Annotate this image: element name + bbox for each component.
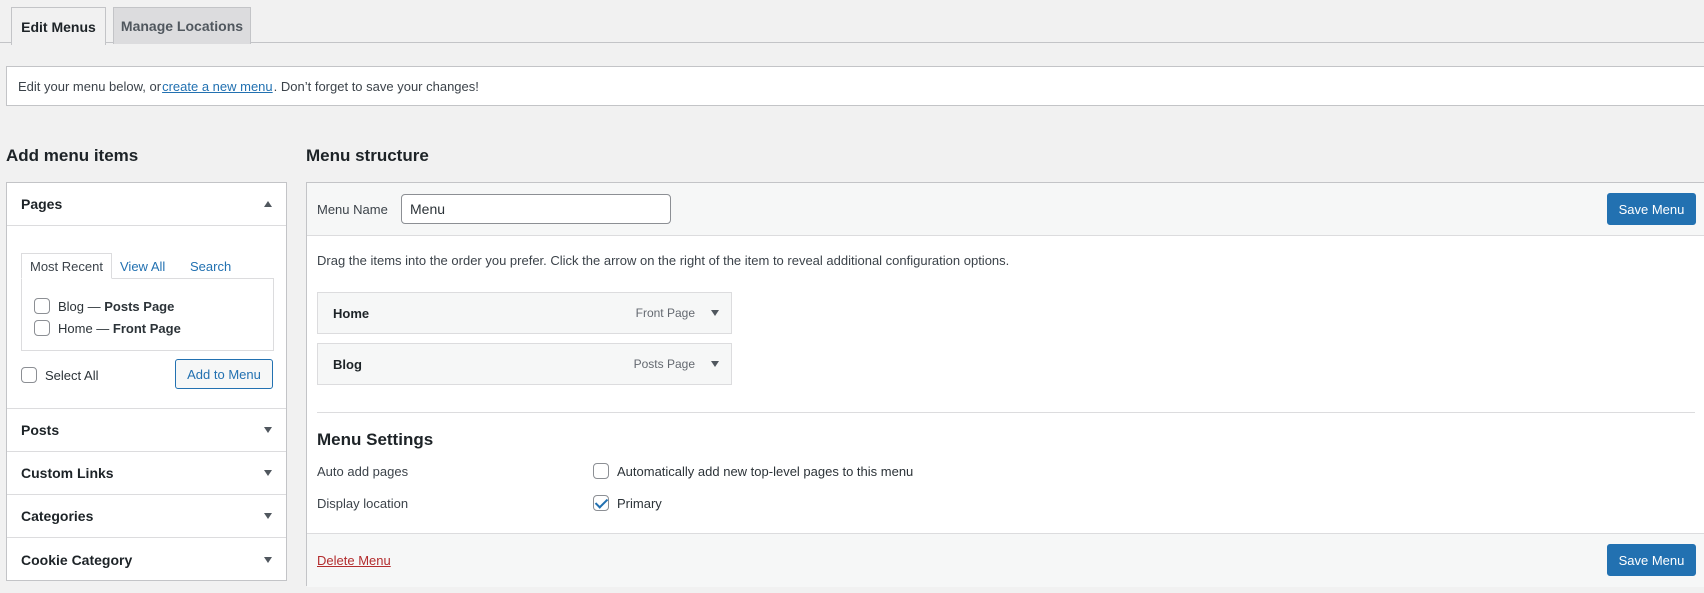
- chevron-up-icon: [264, 201, 272, 207]
- select-all-checkbox[interactable]: [21, 367, 37, 383]
- page-dash: —: [84, 298, 105, 314]
- select-all-label: Select All: [45, 367, 99, 383]
- menu-item-type: Front Page: [635, 306, 695, 320]
- auto-add-pages-control: Automatically add new top-level pages to…: [593, 463, 913, 479]
- add-menu-items-heading: Add menu items: [6, 146, 139, 165]
- pages-list: Blog — Posts Page Home — Front Page: [21, 278, 274, 351]
- menu-name-label: Menu Name: [317, 202, 388, 217]
- auto-add-pages-text: Automatically add new top-level pages to…: [617, 463, 914, 479]
- page-checkbox-home[interactable]: [34, 320, 50, 336]
- info-notice: Edit your menu below, or create a new me…: [6, 66, 1704, 106]
- nav-tabs: Edit Menus Manage Locations: [0, 0, 1704, 45]
- chevron-down-icon: [264, 427, 272, 433]
- chevron-down-icon: [264, 513, 272, 519]
- page-checkbox-blog[interactable]: [34, 298, 50, 314]
- menu-item-title: Home: [333, 305, 370, 321]
- posts-section-header[interactable]: Posts: [7, 409, 286, 452]
- auto-add-pages-label: Auto add pages: [317, 464, 409, 479]
- expand-arrow-icon[interactable]: [711, 310, 719, 316]
- page-type: Posts Page: [104, 298, 175, 314]
- menu-item-title: Blog: [333, 356, 362, 372]
- tab-most-recent[interactable]: Most Recent: [21, 253, 112, 279]
- menu-structure-heading: Menu structure: [306, 146, 429, 165]
- menu-item-type: Posts Page: [633, 357, 695, 371]
- display-location-control: Primary: [593, 495, 662, 511]
- drag-instructions: Drag the items into the order you prefer…: [317, 253, 1010, 268]
- notice-prefix: Edit your menu below, or: [18, 78, 162, 94]
- select-all: Select All: [21, 367, 98, 383]
- custom-links-section-title: Custom Links: [21, 465, 114, 481]
- menu-name-input[interactable]: [401, 194, 671, 224]
- pages-section-title: Pages: [21, 196, 63, 212]
- cookie-category-section-header[interactable]: Cookie Category: [7, 538, 286, 581]
- page-dash: —: [92, 320, 113, 336]
- primary-location-checkbox[interactable]: [593, 495, 609, 511]
- page-name: Home: [58, 320, 93, 336]
- menu-item-blog[interactable]: Blog Posts Page: [317, 343, 732, 385]
- menu-settings-heading: Menu Settings: [317, 430, 434, 449]
- notice-suffix: . Don’t forget to save your changes!: [273, 78, 479, 94]
- save-menu-button-footer[interactable]: Save Menu: [1607, 544, 1696, 576]
- chevron-down-icon: [264, 470, 272, 476]
- menu-footer: Delete Menu Save Menu: [307, 533, 1704, 587]
- delete-menu-link[interactable]: Delete Menu: [317, 534, 391, 586]
- posts-section-title: Posts: [21, 422, 60, 438]
- page-name: Blog: [58, 298, 85, 314]
- menu-header: Menu Name Save Menu: [307, 183, 1704, 236]
- cookie-category-section-title: Cookie Category: [21, 551, 133, 568]
- tab-manage-locations[interactable]: Manage Locations: [113, 7, 251, 44]
- menu-item-home[interactable]: Home Front Page: [317, 292, 732, 334]
- custom-links-section-header[interactable]: Custom Links: [7, 452, 286, 495]
- expand-arrow-icon[interactable]: [711, 361, 719, 367]
- create-new-menu-link[interactable]: create a new menu: [162, 79, 273, 94]
- tab-view-all[interactable]: View All: [120, 253, 165, 279]
- auto-add-pages-checkbox[interactable]: [593, 463, 609, 479]
- save-menu-button[interactable]: Save Menu: [1607, 193, 1696, 225]
- tab-search[interactable]: Search: [190, 253, 231, 279]
- display-location-label: Display location: [317, 496, 409, 511]
- list-item: Blog — Posts Page: [22, 295, 273, 317]
- list-item: Home — Front Page: [22, 317, 273, 339]
- primary-location-text: Primary: [617, 495, 662, 511]
- divider: [317, 412, 1695, 413]
- menu-structure-panel: Menu Name Save Menu Drag the items into …: [306, 182, 1704, 587]
- categories-section-title: Categories: [21, 508, 94, 524]
- tab-edit-menus[interactable]: Edit Menus: [11, 7, 106, 45]
- add-menu-items-panel: Pages Most Recent View All Search Blog —…: [6, 182, 287, 581]
- categories-section-header[interactable]: Categories: [7, 495, 286, 538]
- page-type: Front Page: [112, 320, 181, 336]
- chevron-down-icon: [264, 556, 272, 563]
- pages-section-header[interactable]: Pages: [7, 183, 286, 226]
- add-to-menu-button[interactable]: Add to Menu: [175, 359, 273, 389]
- pages-section-body: Most Recent View All Search Blog — Posts…: [7, 226, 286, 409]
